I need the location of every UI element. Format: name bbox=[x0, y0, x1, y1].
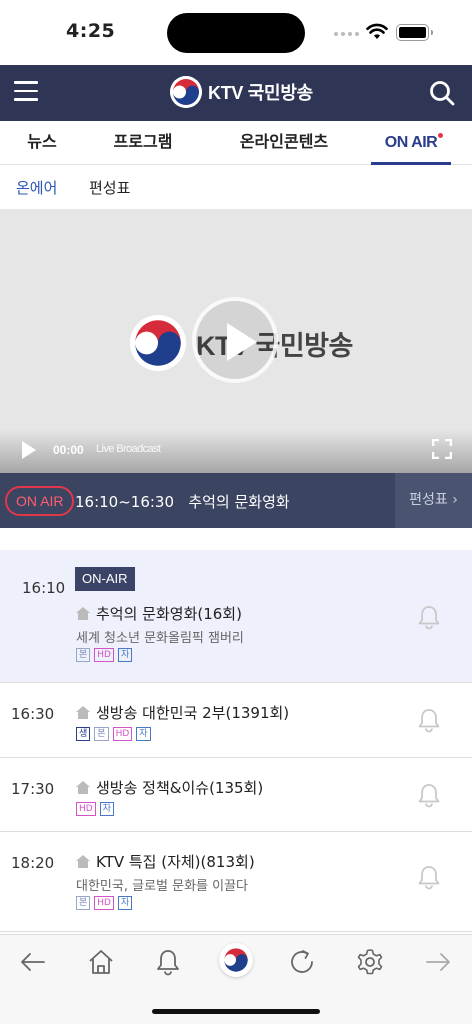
home-indicator bbox=[152, 1009, 320, 1014]
bell-icon[interactable] bbox=[416, 707, 442, 733]
bell-icon[interactable] bbox=[153, 947, 183, 977]
schedule-title: KTV 특집 (자체)(813회) bbox=[96, 853, 255, 871]
schedule-subtitle: 세계 청소년 문화올림픽 잼버리 bbox=[76, 631, 244, 646]
tab-program[interactable]: 프로그램 bbox=[108, 121, 178, 165]
home-icon[interactable] bbox=[86, 947, 116, 977]
player-controls: 00:00 Live Broadcast bbox=[0, 429, 472, 473]
schedule-tags: 생 본 HD 자 bbox=[76, 727, 151, 741]
schedule-row[interactable]: 17:30 생방송 정책&이슈(135회) HD 자 bbox=[0, 758, 472, 832]
schedule-title-row: KTV 특집 (자체)(813회) bbox=[76, 851, 255, 872]
status-time: 4:25 bbox=[66, 20, 116, 42]
tag-live: 생 bbox=[76, 727, 91, 741]
now-playing-bar: ON AIR 16:10~16:30 추억의 문화영화 편성표 › bbox=[0, 473, 472, 528]
video-player[interactable]: KTV 국민방송 00:00 Live Broadcast bbox=[0, 209, 472, 473]
schedule-button-label: 편성표 bbox=[409, 492, 448, 508]
tag-caption: 자 bbox=[136, 727, 151, 741]
live-dot bbox=[438, 133, 443, 138]
bell-icon[interactable] bbox=[416, 604, 442, 630]
schedule-title-row: 추억의 문화영화(16회) bbox=[76, 603, 242, 624]
live-broadcast-label: Live Broadcast bbox=[96, 443, 161, 455]
schedule-time: 18:20 bbox=[11, 854, 55, 872]
bell-icon[interactable] bbox=[416, 782, 442, 808]
schedule-row[interactable]: 16:10 ON-AIR 추억의 문화영화(16회) 세계 청소년 문화올림픽 … bbox=[0, 550, 472, 683]
tag-caption: 자 bbox=[99, 802, 114, 816]
dynamic-island bbox=[167, 13, 305, 53]
tab-online-content[interactable]: 온라인콘텐츠 bbox=[235, 121, 333, 165]
schedule-title-row: 생방송 정책&이슈(135회) bbox=[76, 777, 263, 798]
schedule-button[interactable]: 편성표 › bbox=[395, 473, 472, 528]
home-icon bbox=[76, 781, 90, 794]
schedule-title: 추억의 문화영화(16회) bbox=[96, 605, 242, 623]
chevron-right-icon: › bbox=[452, 492, 458, 508]
tab-news[interactable]: 뉴스 bbox=[22, 121, 62, 165]
brand-name: KTV 국민방송 bbox=[208, 83, 313, 103]
tag-hd: HD bbox=[76, 802, 96, 816]
tag-hd: HD bbox=[112, 727, 133, 741]
tag-hd: HD bbox=[94, 648, 114, 662]
schedule-subtitle: 대한민국, 글로벌 문화를 이끌다 bbox=[76, 879, 249, 894]
brand-logo[interactable]: KTV 국민방송 bbox=[170, 76, 313, 108]
schedule-row[interactable]: 18:20 KTV 특집 (자체)(813회) 대한민국, 글로벌 문화를 이끌… bbox=[0, 832, 472, 932]
status-bar: 4:25 bbox=[0, 0, 472, 65]
now-playing-text: 16:10~16:30 추억의 문화영화 bbox=[75, 493, 290, 511]
schedule-tags: HD 자 bbox=[76, 802, 114, 816]
tag-caption: 자 bbox=[117, 648, 133, 662]
tab-on-air-label: ON AIR bbox=[384, 134, 438, 151]
schedule-title-row: 생방송 대한민국 2부(1391회) bbox=[76, 702, 289, 723]
onair-badge: ON AIR bbox=[5, 486, 75, 516]
tag-caption: 자 bbox=[117, 896, 133, 910]
tab-on-air[interactable]: ON AIR bbox=[371, 121, 451, 165]
fullscreen-icon[interactable] bbox=[432, 439, 452, 459]
battery-icon bbox=[396, 24, 433, 41]
taegeuk-icon bbox=[170, 76, 202, 108]
tag-original: 본 bbox=[76, 896, 91, 910]
onair-badge: ON-AIR bbox=[75, 567, 135, 591]
schedule-time: 16:30 bbox=[11, 705, 55, 723]
home-icon bbox=[76, 607, 90, 620]
schedule-row[interactable]: 16:30 생방송 대한민국 2부(1391회) 생 본 HD 자 bbox=[0, 683, 472, 758]
subtab-schedule[interactable]: 편성표 bbox=[89, 177, 130, 198]
schedule-title: 생방송 대한민국 2부(1391회) bbox=[96, 704, 290, 722]
wifi-icon bbox=[366, 23, 388, 39]
subtab-onair[interactable]: 온에어 bbox=[16, 177, 57, 198]
play-icon[interactable] bbox=[22, 441, 36, 459]
player-time: 00:00 bbox=[53, 443, 84, 457]
home-icon bbox=[76, 706, 90, 719]
tag-original: 본 bbox=[94, 727, 109, 741]
taegeuk-icon bbox=[130, 315, 186, 371]
signal-icon bbox=[334, 32, 359, 36]
schedule-time: 16:10 bbox=[22, 579, 66, 597]
ktv-home-button[interactable] bbox=[219, 943, 253, 977]
search-icon[interactable] bbox=[428, 79, 456, 107]
taegeuk-icon bbox=[224, 948, 248, 972]
play-overlay-button[interactable] bbox=[192, 297, 278, 383]
bell-icon[interactable] bbox=[416, 864, 442, 890]
menu-icon[interactable] bbox=[14, 81, 38, 103]
tag-original: 본 bbox=[76, 648, 91, 662]
sub-tabs: 온에어 편성표 bbox=[0, 165, 472, 209]
settings-icon[interactable] bbox=[355, 947, 385, 977]
tag-hd: HD bbox=[94, 896, 114, 910]
schedule-time: 17:30 bbox=[11, 780, 55, 798]
forward-icon[interactable] bbox=[423, 947, 453, 977]
schedule-tags: 본 HD 자 bbox=[76, 648, 133, 662]
schedule-tags: 본 HD 자 bbox=[76, 896, 133, 910]
app-header: KTV 국민방송 bbox=[0, 65, 472, 121]
schedule-list: 16:10 ON-AIR 추억의 문화영화(16회) 세계 청소년 문화올림픽 … bbox=[0, 550, 472, 932]
main-tabs: 뉴스 프로그램 온라인콘텐츠 ON AIR bbox=[0, 121, 472, 165]
home-icon bbox=[76, 855, 90, 868]
refresh-icon[interactable] bbox=[287, 947, 317, 977]
schedule-title: 생방송 정책&이슈(135회) bbox=[96, 779, 264, 797]
back-icon[interactable] bbox=[18, 947, 48, 977]
